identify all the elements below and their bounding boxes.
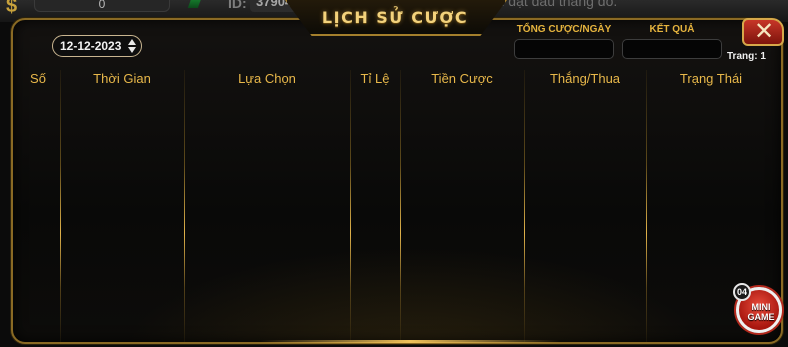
column-header-choice: Lựa Chọn [238, 71, 296, 86]
total-bet-field [514, 39, 614, 59]
date-value: 12-12-2023 [60, 39, 122, 53]
total-bet-label: TỔNG CƯỢC/NGÀY [516, 24, 612, 35]
column-header-win-loss: Thắng/Thua [549, 71, 621, 86]
column-divider [60, 70, 61, 342]
arrow-down-icon[interactable] [128, 47, 136, 53]
date-stepper-icon[interactable] [128, 39, 137, 53]
mini-game-label-line2: GAME [747, 312, 775, 322]
mini-game-button[interactable]: MINI GAME 04 [733, 283, 785, 339]
column-header-odds: Tỉ Lệ [360, 71, 390, 86]
column-divider [646, 70, 647, 342]
column-divider [524, 70, 525, 342]
result-field [622, 39, 722, 59]
result-label: KẾT QUẢ [649, 24, 695, 35]
bet-history-popup [11, 18, 783, 344]
close-x-icon[interactable]: ✕ [753, 17, 775, 45]
column-header-bet-amount: Tiền Cược [431, 71, 493, 86]
user-id-label: ID: [228, 0, 247, 11]
date-picker[interactable]: 12-12-2023 [52, 35, 142, 57]
mini-game-badge: 04 [733, 283, 751, 301]
popup-title: LỊCH SỬ CƯỢC [321, 8, 469, 27]
page-indicator: Trang: 1 [727, 51, 766, 62]
mini-game-label-line1: MINI [751, 302, 771, 312]
column-divider [350, 70, 351, 342]
balance-display: 0 [34, 0, 170, 12]
column-header-time: Thời Gian [93, 71, 151, 86]
column-divider [184, 70, 185, 342]
arrow-up-icon[interactable] [128, 39, 136, 45]
column-divider [400, 70, 401, 342]
column-header-status: Trạng Thái [679, 71, 743, 86]
column-header-number: Số [30, 71, 46, 86]
bottom-glow-divider [260, 340, 560, 343]
table-header: Số Thời Gian Lựa Chọn Tỉ Lệ Tiền Cược Th… [18, 68, 778, 88]
mini-game-label[interactable]: MINI GAME [736, 302, 786, 322]
dollar-icon: $ [6, 0, 18, 17]
